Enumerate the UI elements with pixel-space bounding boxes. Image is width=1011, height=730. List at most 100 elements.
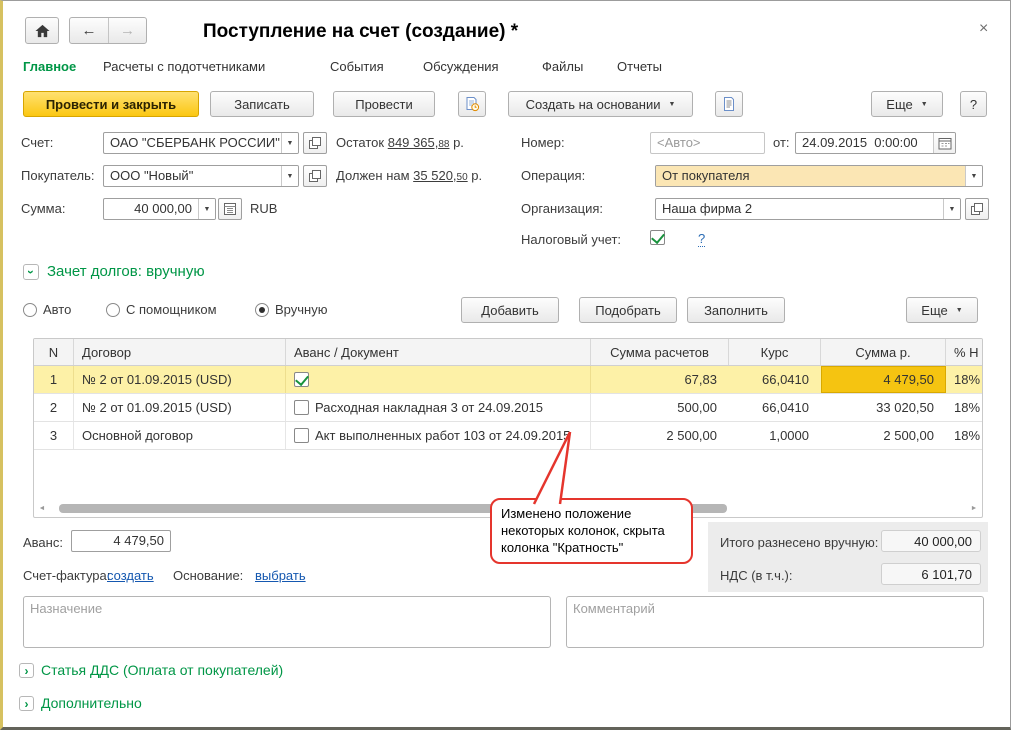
buyer-field[interactable]: ООО "Новый" ▼ bbox=[103, 165, 299, 187]
account-value: ОАО "СБЕРБАНК РОССИИ" bbox=[104, 133, 281, 153]
cell-num[interactable]: 3 bbox=[34, 422, 74, 449]
cell-settlement[interactable]: 500,00 bbox=[591, 394, 729, 421]
chevron-down-icon[interactable]: ▼ bbox=[965, 166, 982, 186]
number-field[interactable]: <Авто> bbox=[650, 132, 765, 154]
cell-vat[interactable]: 18% bbox=[946, 422, 983, 449]
cash-flow-section-expand-button[interactable]: › bbox=[19, 663, 34, 678]
cell-contract[interactable]: № 2 от 01.09.2015 (USD) bbox=[74, 394, 286, 421]
tax-accounting-checkbox[interactable] bbox=[650, 230, 665, 245]
calendar-button[interactable] bbox=[933, 133, 955, 153]
advance-checkbox[interactable] bbox=[294, 428, 309, 443]
tab-sobytiya[interactable]: События bbox=[330, 59, 384, 74]
mode-manual-label: Вручную bbox=[275, 302, 327, 317]
calendar-icon bbox=[938, 137, 952, 150]
operation-field[interactable]: От покупателя ▼ bbox=[655, 165, 983, 187]
account-field[interactable]: ОАО "СБЕРБАНК РОССИИ" ▼ bbox=[103, 132, 299, 154]
buyer-open-button[interactable] bbox=[303, 165, 327, 187]
mode-assistant-radio[interactable]: С помощником bbox=[106, 302, 217, 317]
col-header-document[interactable]: Аванс / Документ bbox=[286, 339, 591, 365]
total-manual-label: Итого разнесено вручную: bbox=[720, 535, 878, 550]
table-row[interactable]: 1 № 2 от 01.09.2015 (USD) 67,83 66,0410 … bbox=[34, 366, 982, 394]
cell-contract[interactable]: Основной договор bbox=[74, 422, 286, 449]
close-icon[interactable]: × bbox=[979, 21, 988, 37]
cell-settlement[interactable]: 67,83 bbox=[591, 366, 729, 393]
table-row[interactable]: 2 № 2 от 01.09.2015 (USD) Расходная накл… bbox=[34, 394, 982, 422]
add-row-button[interactable]: Добавить bbox=[461, 297, 559, 323]
back-button[interactable]: ← bbox=[70, 18, 108, 43]
col-header-num[interactable]: N bbox=[34, 339, 74, 365]
chevron-down-icon[interactable]: ▼ bbox=[281, 166, 298, 186]
mode-auto-radio[interactable]: Авто bbox=[23, 302, 71, 317]
advance-field[interactable]: 4 479,50 bbox=[71, 530, 171, 552]
account-open-button[interactable] bbox=[303, 132, 327, 154]
pick-button[interactable]: Подобрать bbox=[579, 297, 677, 323]
purpose-textarea[interactable]: Назначение bbox=[23, 596, 551, 648]
document-label: Расходная накладная 3 от 24.09.2015 bbox=[315, 400, 543, 415]
set-posting-time-button[interactable] bbox=[458, 91, 486, 117]
cell-sum-rub[interactable]: 33 020,50 bbox=[821, 394, 946, 421]
save-button[interactable]: Записать bbox=[210, 91, 314, 117]
fill-button[interactable]: Заполнить bbox=[687, 297, 785, 323]
cell-rate[interactable]: 1,0000 bbox=[729, 422, 821, 449]
advance-checkbox[interactable] bbox=[294, 400, 309, 415]
col-header-contract[interactable]: Договор bbox=[74, 339, 286, 365]
col-header-rate[interactable]: Курс bbox=[729, 339, 821, 365]
cell-contract[interactable]: № 2 от 01.09.2015 (USD) bbox=[74, 366, 286, 393]
col-header-vat[interactable]: % Н bbox=[946, 339, 983, 365]
col-header-settlement[interactable]: Сумма расчетов bbox=[591, 339, 729, 365]
debt-amount[interactable]: 35 520,50 bbox=[413, 168, 468, 183]
tab-raschety[interactable]: Расчеты с подотчетниками bbox=[103, 59, 265, 74]
mode-manual-radio[interactable]: Вручную bbox=[255, 302, 327, 317]
tab-otchety[interactable]: Отчеты bbox=[617, 59, 662, 74]
additional-section-title[interactable]: Дополнительно bbox=[41, 695, 142, 711]
chevron-down-icon[interactable]: ▼ bbox=[281, 133, 298, 153]
tab-obsuzhdeniya[interactable]: Обсуждения bbox=[423, 59, 499, 74]
col-header-sum-rub[interactable]: Сумма р. bbox=[821, 339, 946, 365]
forward-button[interactable]: → bbox=[108, 18, 146, 43]
basis-select-link[interactable]: выбрать bbox=[255, 568, 306, 583]
table-header-row: N Договор Аванс / Документ Сумма расчето… bbox=[34, 339, 982, 366]
more-button-table[interactable]: Еще ▼ bbox=[906, 297, 978, 323]
cell-document[interactable] bbox=[286, 366, 591, 393]
balance-amount[interactable]: 849 365,88 bbox=[388, 135, 450, 150]
invoice-create-link[interactable]: создать bbox=[107, 568, 154, 583]
scroll-right-icon[interactable]: ► bbox=[969, 505, 979, 512]
tab-glavnoe[interactable]: Главное bbox=[23, 59, 76, 74]
cell-num[interactable]: 2 bbox=[34, 394, 74, 421]
cell-document[interactable]: Расходная накладная 3 от 24.09.2015 bbox=[286, 394, 591, 421]
reports-button[interactable] bbox=[715, 91, 743, 117]
cash-flow-section-title[interactable]: Статья ДДС (Оплата от покупателей) bbox=[41, 662, 283, 678]
create-based-on-button[interactable]: Создать на основании ▼ bbox=[508, 91, 693, 117]
cell-vat[interactable]: 18% bbox=[946, 394, 983, 421]
organization-open-button[interactable] bbox=[965, 198, 989, 220]
tab-fayly[interactable]: Файлы bbox=[542, 59, 583, 74]
post-button[interactable]: Провести bbox=[333, 91, 435, 117]
post-and-close-button[interactable]: Провести и закрыть bbox=[23, 91, 199, 117]
cell-sum-rub-active[interactable]: 4 479,50 bbox=[821, 366, 946, 393]
tax-help-link[interactable]: ? bbox=[698, 231, 705, 247]
annotation-callout: Изменено положение некоторых колонок, ск… bbox=[490, 498, 693, 564]
date-field[interactable]: 24.09.2015 0:00:00 bbox=[795, 132, 956, 154]
help-button[interactable]: ? bbox=[960, 91, 987, 117]
number-label: Номер: bbox=[521, 135, 565, 150]
advance-checkbox[interactable] bbox=[294, 372, 309, 387]
calculator-button[interactable] bbox=[218, 198, 242, 220]
more-button-top[interactable]: Еще ▼ bbox=[871, 91, 943, 117]
cell-num[interactable]: 1 bbox=[34, 366, 74, 393]
cell-rate[interactable]: 66,0410 bbox=[729, 366, 821, 393]
organization-field[interactable]: Наша фирма 2 ▼ bbox=[655, 198, 961, 220]
home-button[interactable] bbox=[25, 17, 59, 44]
scroll-left-icon[interactable]: ◄ bbox=[37, 505, 47, 512]
debt-section-collapse-button[interactable]: › bbox=[23, 264, 39, 280]
table-row[interactable]: 3 Основной договор Акт выполненных работ… bbox=[34, 422, 982, 450]
chevron-down-icon[interactable]: ▼ bbox=[198, 199, 215, 219]
cell-vat[interactable]: 18% bbox=[946, 366, 983, 393]
comment-textarea[interactable]: Комментарий bbox=[566, 596, 984, 648]
additional-section-expand-button[interactable]: › bbox=[19, 696, 34, 711]
chevron-down-icon[interactable]: ▼ bbox=[943, 199, 960, 219]
amount-field[interactable]: 40 000,00 ▼ bbox=[103, 198, 216, 220]
cell-rate[interactable]: 66,0410 bbox=[729, 394, 821, 421]
cell-settlement[interactable]: 2 500,00 bbox=[591, 422, 729, 449]
cell-sum-rub[interactable]: 2 500,00 bbox=[821, 422, 946, 449]
advance-label: Аванс: bbox=[23, 535, 63, 550]
